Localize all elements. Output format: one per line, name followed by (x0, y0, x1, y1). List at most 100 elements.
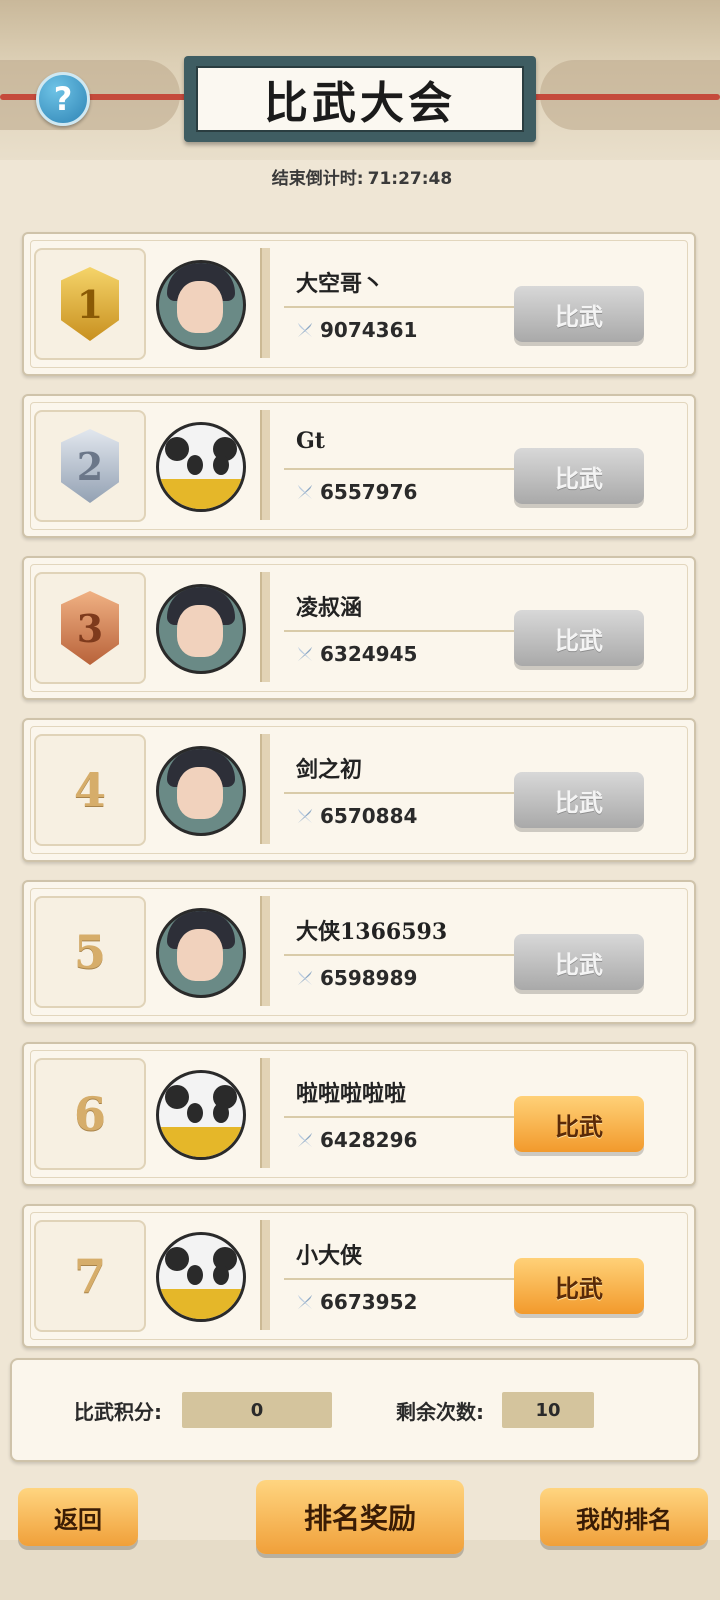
rank-box: 7 (34, 1220, 146, 1332)
player-name: 剑之初 (296, 757, 363, 783)
title-board: 比武大会 (184, 56, 536, 142)
power-value: 6570884 (320, 804, 418, 828)
rope-right (520, 94, 720, 100)
player-row: 4 剑之初 6570884 比武 (22, 718, 696, 862)
divider (284, 630, 520, 632)
avatar[interactable] (156, 1232, 246, 1322)
divider (284, 468, 520, 470)
challenge-button[interactable]: 比武 (514, 772, 644, 828)
player-row: 3 凌叔涵 6324945 比武 (22, 556, 696, 700)
rank-number: 6 (73, 1087, 106, 1141)
rank-box: 2 (34, 410, 146, 522)
crossed-swords-icon (296, 804, 320, 828)
crossed-swords-icon (296, 966, 320, 990)
power-value: 6324945 (320, 642, 418, 666)
power-value: 6598989 (320, 966, 418, 990)
avatar[interactable] (156, 908, 246, 998)
avatar[interactable] (156, 260, 246, 350)
power-score: 6673952 (296, 1290, 417, 1314)
remaining-label: 剩余次数: (396, 1400, 484, 1424)
remaining-value: 10 (502, 1392, 594, 1428)
divider (260, 410, 270, 520)
challenge-button[interactable]: 比武 (514, 1258, 644, 1314)
player-info: 啦啦啦啦啦 6428296 比武 (280, 1058, 672, 1170)
challenge-button[interactable]: 比武 (514, 1096, 644, 1152)
player-info: 凌叔涵 6324945 比武 (280, 572, 672, 684)
divider (260, 896, 270, 1006)
power-score: 6570884 (296, 804, 417, 828)
player-info: Gt 6557976 比武 (280, 410, 672, 522)
score-label: 比武积分: (74, 1400, 162, 1424)
rank-box: 1 (34, 248, 146, 360)
avatar[interactable] (156, 584, 246, 674)
player-name: 大侠1366593 (296, 919, 448, 945)
divider (260, 1058, 270, 1168)
divider (260, 248, 270, 358)
score-value: 0 (182, 1392, 332, 1428)
avatar[interactable] (156, 746, 246, 836)
countdown-label: 结束倒计时: (271, 169, 364, 189)
player-row: 5 大侠1366593 6598989 比武 (22, 880, 696, 1024)
bronze-medal-icon: 3 (61, 591, 119, 665)
rank-box: 5 (34, 896, 146, 1008)
my-rank-button[interactable]: 我的排名 (540, 1488, 708, 1546)
power-value: 9074361 (320, 318, 418, 342)
player-name: 啦啦啦啦啦 (296, 1081, 407, 1107)
page-title: 比武大会 (196, 66, 524, 132)
power-value: 6557976 (320, 480, 418, 504)
divider (284, 1116, 520, 1118)
player-info: 小大侠 6673952 比武 (280, 1220, 672, 1332)
challenge-button[interactable]: 比武 (514, 448, 644, 504)
countdown: 结束倒计时: 71:27:48 (0, 164, 720, 189)
challenge-button[interactable]: 比武 (514, 286, 644, 342)
player-row: 2 Gt 6557976 比武 (22, 394, 696, 538)
power-score: 9074361 (296, 318, 417, 342)
power-score: 6428296 (296, 1128, 417, 1152)
player-row: 7 小大侠 6673952 比武 (22, 1204, 696, 1348)
power-score: 6324945 (296, 642, 417, 666)
player-info: 大空哥丶 9074361 比武 (280, 248, 672, 360)
power-score: 6598989 (296, 966, 417, 990)
crossed-swords-icon (296, 1290, 320, 1314)
player-row: 6 啦啦啦啦啦 6428296 比武 (22, 1042, 696, 1186)
countdown-value: 71:27:48 (367, 169, 453, 189)
rank-number: 7 (73, 1249, 106, 1303)
divider (284, 792, 520, 794)
divider (260, 1220, 270, 1330)
divider (284, 954, 520, 956)
divider (260, 572, 270, 682)
player-name: 小大侠 (296, 1243, 363, 1269)
avatar[interactable] (156, 422, 246, 512)
player-info: 大侠1366593 6598989 比武 (280, 896, 672, 1008)
rank-box: 4 (34, 734, 146, 846)
player-name: 大空哥丶 (296, 271, 385, 297)
back-button[interactable]: 返回 (18, 1488, 138, 1546)
crossed-swords-icon (296, 1128, 320, 1152)
divider (260, 734, 270, 844)
divider (284, 306, 520, 308)
rank-number: 4 (73, 763, 106, 817)
rank-box: 3 (34, 572, 146, 684)
silver-medal-icon: 2 (61, 429, 119, 503)
stats-panel: 比武积分: 0 剩余次数: 10 (10, 1358, 700, 1462)
avatar[interactable] (156, 1070, 246, 1160)
power-score: 6557976 (296, 480, 417, 504)
crossed-swords-icon (296, 480, 320, 504)
gold-medal-icon: 1 (61, 267, 119, 341)
player-name: Gt (296, 428, 325, 454)
crossed-swords-icon (296, 642, 320, 666)
challenge-button[interactable]: 比武 (514, 610, 644, 666)
player-row: 1 大空哥丶 9074361 比武 (22, 232, 696, 376)
power-value: 6428296 (320, 1128, 418, 1152)
help-icon[interactable]: ? (36, 72, 90, 126)
player-info: 剑之初 6570884 比武 (280, 734, 672, 846)
crossed-swords-icon (296, 318, 320, 342)
divider (284, 1278, 520, 1280)
power-value: 6673952 (320, 1290, 418, 1314)
challenge-button[interactable]: 比武 (514, 934, 644, 990)
rank-rewards-button[interactable]: 排名奖励 (256, 1480, 464, 1554)
rope-left (0, 94, 200, 100)
rank-number: 5 (73, 925, 106, 979)
player-name: 凌叔涵 (296, 595, 363, 621)
rank-box: 6 (34, 1058, 146, 1170)
